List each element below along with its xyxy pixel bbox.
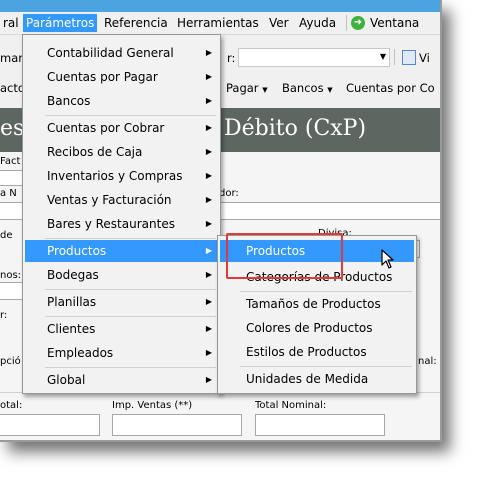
chevron-right-icon: ▶ xyxy=(205,297,212,306)
menu-item-planillas[interactable]: Planillas ▶ xyxy=(25,291,218,313)
menu-item-empleados[interactable]: Empleados ▶ xyxy=(25,342,218,364)
menu-referencia[interactable]: Referencia xyxy=(101,15,171,31)
form-title-left: es xyxy=(0,116,25,141)
label-descripcion: pció xyxy=(0,356,21,367)
chevron-right-icon: ▶ xyxy=(205,147,212,156)
imp-ventas-field[interactable] xyxy=(112,414,242,436)
menu-item-cuentas-pagar[interactable]: Cuentas por Pagar ▶ xyxy=(25,66,218,88)
proveedor-field[interactable] xyxy=(218,202,440,220)
parametros-menu: Contabilidad General ▶ Cuentas por Pagar ▶… xyxy=(22,34,221,394)
label-subtotal: otal: xyxy=(0,400,23,411)
chevron-right-icon: ▶ xyxy=(205,96,212,105)
mouse-cursor-icon xyxy=(381,249,394,269)
chevron-right-icon: ▶ xyxy=(205,171,212,180)
label-nominal: nal: xyxy=(418,356,437,367)
menu-general[interactable]: ral xyxy=(0,15,22,31)
document-icon xyxy=(402,50,416,65)
label-numero: a N xyxy=(0,188,17,199)
menu-separator xyxy=(45,115,216,116)
window-title-strip xyxy=(0,0,440,12)
annotation-highlight-box xyxy=(226,233,343,279)
submenu-item-estilos[interactable]: Estilos de Productos xyxy=(220,341,414,363)
form-title: Débito (CxP) xyxy=(224,116,367,141)
menu-item-global[interactable]: Global ▶ xyxy=(25,369,218,391)
chevron-right-icon: ▶ xyxy=(205,72,212,81)
chevron-right-icon: ▶ xyxy=(205,48,212,57)
menu-item-cuentas-cobrar[interactable]: Cuentas por Cobrar ▶ xyxy=(25,117,218,139)
menu-separator xyxy=(45,238,216,239)
chevron-right-icon: ▶ xyxy=(205,195,212,204)
chevron-right-icon: ▶ xyxy=(205,348,212,357)
submenu-item-tamanos[interactable]: Tamaños de Productos xyxy=(220,293,414,315)
menu-separator xyxy=(45,289,216,290)
globe-icon: ➜ xyxy=(351,16,365,30)
menu-item-bares[interactable]: Bares y Restaurantes ▶ xyxy=(25,213,218,235)
menu-separator xyxy=(240,366,412,367)
toolbar-field-label: r: xyxy=(227,51,236,65)
menu-item-bodegas[interactable]: Bodegas ▶ xyxy=(25,264,218,286)
label-terminos: nos: xyxy=(0,270,22,281)
menu-item-productos[interactable]: Productos ▶ xyxy=(25,240,218,262)
toolbar2-pagar[interactable]: Pagar ▼ xyxy=(226,81,268,95)
chevron-right-icon: ▶ xyxy=(205,324,212,333)
submenu-item-colores[interactable]: Colores de Productos xyxy=(220,317,414,339)
menu-ayuda[interactable]: Ayuda xyxy=(296,15,339,31)
chevron-right-icon: ▶ xyxy=(205,375,212,384)
toolbar-dropdown[interactable]: ▼ xyxy=(238,48,390,67)
dropdown-arrow-icon: ▼ xyxy=(379,52,386,61)
menu-ventana[interactable]: Ventana xyxy=(367,15,422,31)
menu-item-clientes[interactable]: Clientes ▶ xyxy=(25,318,218,340)
submenu-item-unidades[interactable]: Unidades de Medida xyxy=(220,368,414,390)
label-r: r: xyxy=(0,310,8,321)
label-factura: Fact xyxy=(0,156,21,167)
chevron-right-icon: ▶ xyxy=(205,123,212,132)
chevron-right-icon: ▶ xyxy=(205,270,212,279)
menu-separator xyxy=(346,15,347,31)
label-total-nominal: Total Nominal: xyxy=(255,400,327,411)
toolbar2-bancos[interactable]: Bancos ▼ xyxy=(282,81,333,95)
toolbar-separator xyxy=(394,49,395,65)
menu-separator xyxy=(45,316,216,317)
menu-bar: ral Parámetros Referencia Herramientas V… xyxy=(0,12,440,35)
menu-item-contabilidad[interactable]: Contabilidad General ▶ xyxy=(25,42,218,64)
menu-ver[interactable]: Ver xyxy=(266,15,292,31)
label-proveedor: dor: xyxy=(219,188,239,199)
menu-herramientas[interactable]: Herramientas xyxy=(174,15,262,31)
application-window: ral Parámetros Referencia Herramientas V… xyxy=(0,0,442,442)
menu-item-ventas[interactable]: Ventas y Facturación ▶ xyxy=(25,189,218,211)
menu-parametros[interactable]: Parámetros xyxy=(23,14,98,32)
menu-separator xyxy=(45,367,216,368)
toolbar-vista-button[interactable]: Vi xyxy=(419,51,430,65)
menu-item-inventarios[interactable]: Inventarios y Compras ▶ xyxy=(25,165,218,187)
chevron-right-icon: ▶ xyxy=(205,246,212,255)
chevron-right-icon: ▶ xyxy=(205,219,212,228)
menu-item-recibos-caja[interactable]: Recibos de Caja ▶ xyxy=(25,141,218,163)
total-nominal-field[interactable] xyxy=(255,414,385,436)
menu-separator xyxy=(240,291,412,292)
toolbar2-cuentas-cobrar[interactable]: Cuentas por Co xyxy=(346,81,435,95)
subtotal-field[interactable] xyxy=(0,414,100,436)
label-fecha: de xyxy=(0,230,13,241)
label-imp-ventas: Imp. Ventas (**) xyxy=(112,400,193,411)
menu-item-bancos[interactable]: Bancos ▶ xyxy=(25,90,218,112)
